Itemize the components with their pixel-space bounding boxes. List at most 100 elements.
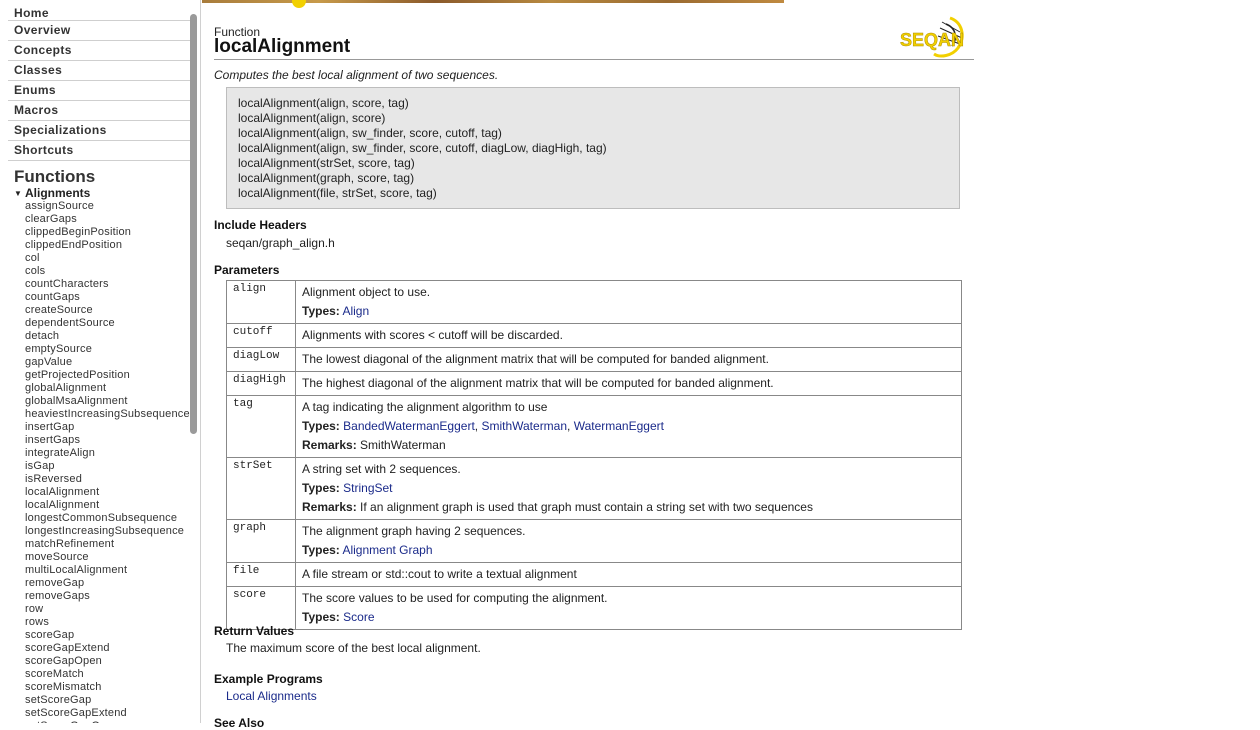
param-desc-text: The score values to be used for computin… xyxy=(302,591,608,605)
nav-shortcuts[interactable]: Shortcuts xyxy=(8,141,190,161)
param-types: Types: Score xyxy=(302,608,955,627)
parameters-table: align Alignment object to use. Types: Al… xyxy=(226,280,962,630)
param-desc-text: A tag indicating the alignment algorithm… xyxy=(302,400,548,414)
param-types: Types: Alignment Graph xyxy=(302,541,955,560)
group-label[interactable]: Alignments xyxy=(25,186,90,200)
description: Computes the best local alignment of two… xyxy=(214,68,499,82)
function-link[interactable]: scoreMatch xyxy=(25,668,200,681)
function-link[interactable]: detach xyxy=(25,330,200,343)
function-link[interactable]: clippedBeginPosition xyxy=(25,226,200,239)
parameters-heading: Parameters xyxy=(214,263,280,277)
nav-home[interactable]: Home xyxy=(8,0,190,21)
param-desc: A file stream or std::cout to write a te… xyxy=(295,562,962,587)
function-link[interactable]: removeGaps xyxy=(25,590,200,603)
function-link[interactable]: scoreGapExtend xyxy=(25,642,200,655)
nav-classes[interactable]: Classes xyxy=(8,61,190,81)
param-remarks: Remarks: If an alignment graph is used t… xyxy=(302,498,955,517)
function-link[interactable]: heaviestIncreasingSubsequence xyxy=(25,408,200,421)
function-link[interactable]: insertGap xyxy=(25,421,200,434)
function-link[interactable]: multiLocalAlignment xyxy=(25,564,200,577)
return-heading: Return Values xyxy=(214,624,295,638)
table-row: graph The alignment graph having 2 seque… xyxy=(226,519,962,563)
banner-logo-fragment xyxy=(292,0,306,8)
param-name: tag xyxy=(226,395,296,458)
functions-heading: Functions xyxy=(14,167,96,186)
function-link[interactable]: getProjectedPosition xyxy=(25,369,200,382)
type-link[interactable]: StringSet xyxy=(343,481,392,495)
nav-concepts[interactable]: Concepts xyxy=(8,41,190,61)
function-link[interactable]: globalAlignment xyxy=(25,382,200,395)
param-desc: Alignments with scores < cutoff will be … xyxy=(295,323,962,348)
function-link[interactable]: insertGaps xyxy=(25,434,200,447)
logo-text: SEQAN xyxy=(900,30,964,50)
function-link[interactable]: longestCommonSubsequence xyxy=(25,512,200,525)
param-name: diagHigh xyxy=(226,371,296,396)
type-link[interactable]: Align xyxy=(342,304,369,318)
function-link[interactable]: matchRefinement xyxy=(25,538,200,551)
function-link[interactable]: localAlignment xyxy=(25,499,200,512)
types-label: Types: xyxy=(302,419,340,433)
triangle-down-icon[interactable]: ▼ xyxy=(14,187,25,200)
function-link[interactable]: gapValue xyxy=(25,356,200,369)
function-link[interactable]: rows xyxy=(25,616,200,629)
param-desc-text: The alignment graph having 2 sequences. xyxy=(302,524,526,538)
remarks-label: Remarks: xyxy=(302,438,357,452)
function-link[interactable]: longestIncreasingSubsequence xyxy=(25,525,200,538)
nav-specializations[interactable]: Specializations xyxy=(8,121,190,141)
function-link[interactable]: countGaps xyxy=(25,291,200,304)
nav-overview[interactable]: Overview xyxy=(8,21,190,41)
page-title: localAlignment xyxy=(214,36,351,57)
remarks-label: Remarks: xyxy=(302,500,357,514)
param-name: strSet xyxy=(226,457,296,520)
param-desc: The alignment graph having 2 sequences. … xyxy=(295,519,962,563)
nav-macros[interactable]: Macros xyxy=(8,101,190,121)
function-link[interactable]: integrateAlign xyxy=(25,447,200,460)
param-name: graph xyxy=(226,519,296,563)
function-link[interactable]: countCharacters xyxy=(25,278,200,291)
param-desc: A tag indicating the alignment algorithm… xyxy=(295,395,962,458)
type-link[interactable]: Score xyxy=(343,610,374,624)
type-link[interactable]: Alignment Graph xyxy=(342,543,432,557)
group-alignments[interactable]: ▼ Alignments xyxy=(14,187,200,200)
sidebar-scrollbar[interactable] xyxy=(190,14,197,434)
signature-line: localAlignment(strSet, score, tag) xyxy=(238,156,415,170)
function-link[interactable]: scoreGap xyxy=(25,629,200,642)
table-row: diagHigh The highest diagonal of the ali… xyxy=(226,371,962,396)
type-link[interactable]: SmithWaterman xyxy=(481,419,567,433)
param-desc-text: A file stream or std::cout to write a te… xyxy=(302,567,577,581)
function-link[interactable]: emptySource xyxy=(25,343,200,356)
sidebar: Home Overview Concepts Classes Enums Mac… xyxy=(0,0,201,723)
function-link[interactable]: row xyxy=(25,603,200,616)
type-link[interactable]: BandedWatermanEggert xyxy=(343,419,475,433)
param-desc-text: The highest diagonal of the alignment ma… xyxy=(302,376,774,390)
nav-enums[interactable]: Enums xyxy=(8,81,190,101)
type-link[interactable]: WatermanEggert xyxy=(574,419,664,433)
remarks-text: If an alignment graph is used that graph… xyxy=(360,500,813,514)
function-link[interactable]: clearGaps xyxy=(25,213,200,226)
function-link[interactable]: globalMsaAlignment xyxy=(25,395,200,408)
function-link[interactable]: clippedEndPosition xyxy=(25,239,200,252)
function-link[interactable]: createSource xyxy=(25,304,200,317)
function-link[interactable]: scoreMismatch xyxy=(25,681,200,694)
seqan-logo: SEQAN xyxy=(900,16,964,58)
function-link[interactable]: scoreGapOpen xyxy=(25,655,200,668)
function-link[interactable]: isGap xyxy=(25,460,200,473)
function-link[interactable]: assignSource xyxy=(25,200,200,213)
function-link[interactable]: setScoreGapExtend xyxy=(25,707,200,720)
function-link[interactable]: isReversed xyxy=(25,473,200,486)
table-row: diagLow The lowest diagonal of the align… xyxy=(226,347,962,372)
signature-line: localAlignment(file, strSet, score, tag) xyxy=(238,186,437,200)
types-label: Types: xyxy=(302,481,340,495)
function-link[interactable]: dependentSource xyxy=(25,317,200,330)
function-link[interactable]: removeGap xyxy=(25,577,200,590)
function-link[interactable]: cols xyxy=(25,265,200,278)
return-text: The maximum score of the best local alig… xyxy=(226,641,481,655)
function-link[interactable]: localAlignment xyxy=(25,486,200,499)
example-link[interactable]: Local Alignments xyxy=(226,689,317,703)
function-link[interactable]: moveSource xyxy=(25,551,200,564)
param-desc: Alignment object to use. Types: Align xyxy=(295,280,962,324)
function-link[interactable]: col xyxy=(25,252,200,265)
types-label: Types: xyxy=(302,304,340,318)
remarks-text: SmithWaterman xyxy=(360,438,446,452)
function-link[interactable]: setScoreGap xyxy=(25,694,200,707)
